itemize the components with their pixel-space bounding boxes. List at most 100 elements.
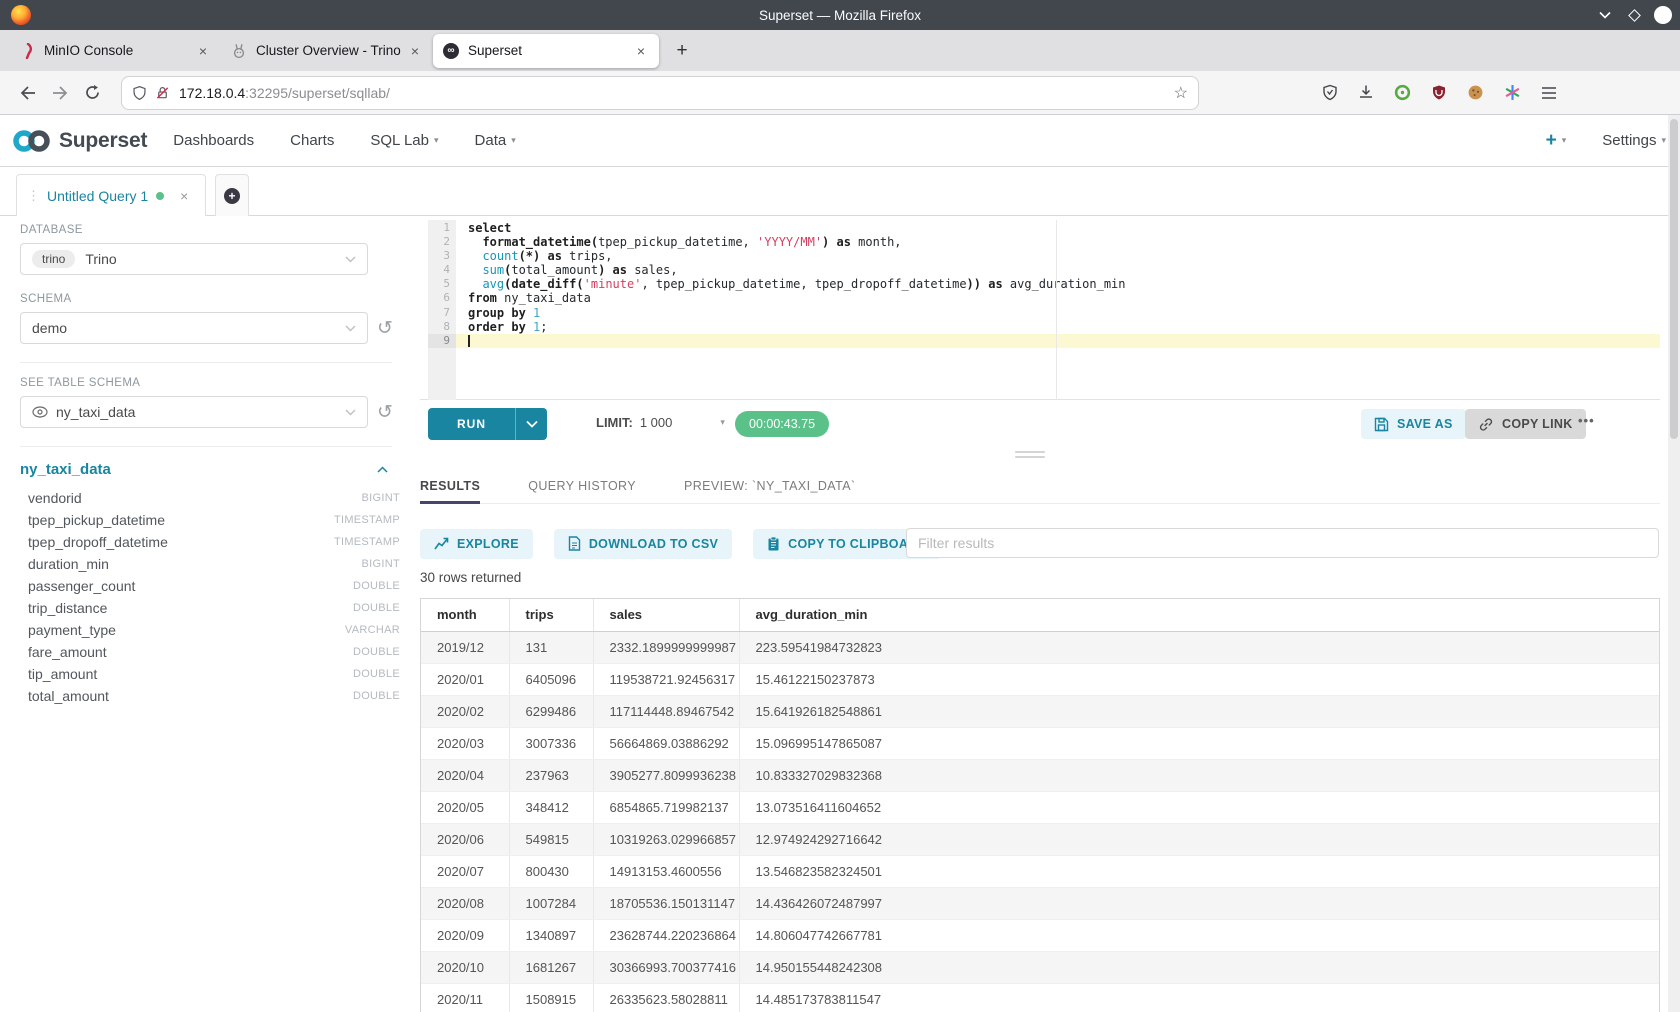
url-bar[interactable]: 172.18.0.4:32295/superset/sqllab/ ☆ — [122, 77, 1198, 109]
browser-tab-superset[interactable]: ∞ Superset × — [433, 34, 659, 68]
brand-name[interactable]: Superset — [59, 129, 147, 153]
back-icon[interactable] — [12, 78, 44, 108]
table-column-row[interactable]: tip_amountDOUBLE — [20, 663, 400, 685]
browser-tab-minio[interactable]: MinIO Console × — [9, 34, 221, 68]
add-query-tab-button[interactable]: + — [215, 174, 249, 216]
chevron-down-icon: ▾ — [1661, 135, 1666, 146]
code-line[interactable] — [456, 334, 1660, 348]
table-column-row[interactable]: vendoridBIGINT — [20, 487, 400, 509]
query-tab-active[interactable]: ⋮ Untitled Query 1 × — [16, 174, 206, 216]
forward-icon[interactable] — [44, 78, 76, 108]
nav-item-dashboards[interactable]: Dashboards — [173, 132, 254, 149]
cookie-extension-icon[interactable] — [1467, 84, 1484, 101]
browser-tabstrip: MinIO Console × Cluster Overview - Trino… — [0, 30, 1680, 71]
result-cell: 2019/12 — [421, 631, 509, 663]
column-header[interactable]: trips — [509, 599, 593, 631]
scrollbar-thumb[interactable] — [1670, 119, 1678, 439]
window-close-icon[interactable]: ✕ — [1654, 6, 1672, 24]
nav-item-data[interactable]: Data▾ — [475, 132, 516, 149]
tab-results[interactable]: RESULTS — [420, 468, 480, 504]
run-options-chevron-icon[interactable] — [515, 408, 547, 440]
colorful-asterisk-extension-icon[interactable] — [1504, 84, 1521, 101]
column-header[interactable]: month — [421, 599, 509, 631]
database-select[interactable]: trino Trino — [20, 243, 368, 275]
code-line[interactable]: from ny_taxi_data — [456, 291, 1660, 305]
lock-insecure-icon[interactable] — [155, 85, 170, 101]
explore-button[interactable]: EXPLORE — [420, 529, 533, 559]
download-csv-button[interactable]: DOWNLOAD TO CSV — [554, 529, 732, 559]
result-cell: 15.46122150237873 — [739, 663, 1660, 695]
code-line[interactable]: sum(total_amount) as sales, — [456, 263, 1660, 277]
code-line[interactable]: format_datetime(tpep_pickup_datetime, 'Y… — [456, 235, 1660, 249]
settings-menu[interactable]: Settings — [1602, 132, 1656, 149]
schema-select[interactable]: demo — [20, 312, 368, 344]
shield-icon[interactable] — [132, 85, 147, 101]
limit-dropdown[interactable]: LIMIT: 1 000 ▾ — [596, 415, 725, 430]
code-line[interactable]: count(*) as trips, — [456, 249, 1660, 263]
table-column-row[interactable]: fare_amountDOUBLE — [20, 641, 400, 663]
refresh-table-icon[interactable]: ↺ — [377, 403, 393, 422]
editor-code-area[interactable]: select format_datetime(tpep_pickup_datet… — [456, 220, 1660, 400]
browser-tab-trino[interactable]: Cluster Overview - Trino × — [221, 34, 433, 68]
add-new-button[interactable]: + — [1546, 130, 1557, 152]
page-scrollbar[interactable] — [1668, 115, 1680, 1012]
bookmark-star-icon[interactable]: ☆ — [1174, 83, 1188, 103]
table-select[interactable]: ny_taxi_data — [20, 396, 368, 428]
url-text: 172.18.0.4:32295/superset/sqllab/ — [179, 85, 1174, 101]
tab-close-icon[interactable]: × — [633, 43, 649, 59]
table-schema-title[interactable]: ny_taxi_data — [20, 461, 377, 478]
table-column-row[interactable]: trip_distanceDOUBLE — [20, 597, 400, 619]
code-line[interactable]: avg(date_diff('minute', tpep_pickup_date… — [456, 277, 1660, 291]
window-maximize-icon[interactable] — [1625, 6, 1643, 24]
table-column-row[interactable]: tpep_dropoff_datetimeTIMESTAMP — [20, 531, 400, 553]
hamburger-menu-icon[interactable] — [1541, 86, 1557, 100]
tab-close-icon[interactable]: × — [407, 43, 423, 59]
copy-link-button[interactable]: COPY LINK — [1465, 409, 1586, 439]
tab-query-history[interactable]: QUERY HISTORY — [528, 468, 636, 504]
table-column-row[interactable]: passenger_countDOUBLE — [20, 575, 400, 597]
more-options-icon[interactable]: ••• — [1578, 413, 1595, 428]
chevron-up-icon[interactable] — [377, 466, 388, 473]
results-table: monthtripssalesavg_duration_min 2019/12 1… — [420, 598, 1660, 1012]
table-column-row[interactable]: total_amountDOUBLE — [20, 685, 400, 707]
result-cell: 6854865.719982137 — [593, 791, 739, 823]
ublock-icon[interactable] — [1431, 84, 1447, 101]
query-tab-close-icon[interactable]: × — [180, 188, 188, 204]
chevron-down-icon — [345, 256, 356, 263]
trino-favicon-icon — [231, 43, 247, 59]
save-as-button[interactable]: SAVE AS — [1361, 409, 1466, 439]
code-line[interactable]: group by 1 — [456, 306, 1660, 320]
green-extension-icon[interactable] — [1394, 84, 1411, 101]
result-row: 2020/08100728418705536.15013114714.43642… — [421, 887, 1660, 919]
table-column-row[interactable]: tpep_pickup_datetimeTIMESTAMP — [20, 509, 400, 531]
column-header[interactable]: avg_duration_min — [739, 599, 1660, 631]
result-row: 2020/0654981510319263.02996685712.974924… — [421, 823, 1660, 855]
new-tab-button[interactable]: + — [669, 40, 695, 62]
line-number: 8 — [428, 320, 456, 334]
result-cell: 56664869.03886292 — [593, 727, 739, 759]
download-icon[interactable] — [1358, 84, 1374, 101]
result-cell: 14913153.4600556 — [593, 855, 739, 887]
sql-editor[interactable]: 123456789 select format_datetime(tpep_pi… — [420, 220, 1660, 400]
drag-handle-icon[interactable]: ⋮ — [27, 188, 40, 204]
chevron-down-icon — [345, 325, 356, 332]
nav-item-charts[interactable]: Charts — [290, 132, 334, 149]
result-row: 2020/09134089723628744.22023686414.80604… — [421, 919, 1660, 951]
pane-resize-handle[interactable] — [1015, 451, 1045, 459]
column-header[interactable]: sales — [593, 599, 739, 631]
refresh-schema-icon[interactable]: ↺ — [377, 319, 393, 338]
reload-icon[interactable] — [76, 78, 108, 108]
window-minimize-icon[interactable] — [1596, 6, 1614, 24]
code-line[interactable]: select — [456, 221, 1660, 235]
run-button[interactable]: RUN — [428, 408, 547, 440]
column-type: TIMESTAMP — [334, 514, 400, 526]
table-column-row[interactable]: duration_minBIGINT — [20, 553, 400, 575]
table-column-row[interactable]: payment_typeVARCHAR — [20, 619, 400, 641]
column-type: DOUBLE — [353, 668, 400, 680]
filter-results-input[interactable] — [906, 528, 1659, 558]
tab-preview-table[interactable]: PREVIEW: `NY_TAXI_DATA` — [684, 468, 856, 504]
code-line[interactable]: order by 1; — [456, 320, 1660, 334]
shield-extension-icon[interactable] — [1322, 84, 1338, 101]
nav-item-sqllab[interactable]: SQL Lab▾ — [370, 132, 438, 149]
tab-close-icon[interactable]: × — [195, 43, 211, 59]
